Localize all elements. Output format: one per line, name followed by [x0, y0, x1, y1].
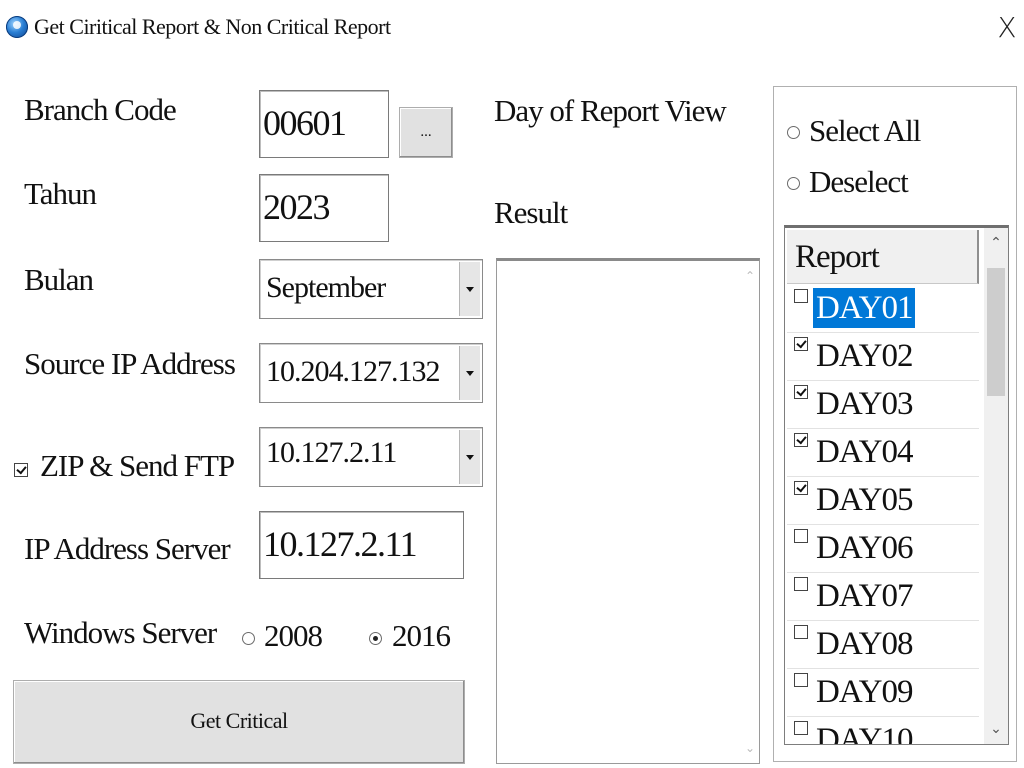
- ip-address-server-label: IP Address Server: [24, 531, 231, 566]
- report-day-label[interactable]: DAY01: [813, 288, 916, 328]
- report-checkbox[interactable]: [794, 481, 808, 495]
- report-grid[interactable]: Report DAY01 DAY02 DAY03 DAY04 DAY05 DAY06 DAY…: [784, 225, 1009, 745]
- windows-2016-label[interactable]: 2016: [392, 618, 451, 654]
- report-checkbox[interactable]: [794, 529, 808, 543]
- select-all-label[interactable]: Select All: [809, 113, 921, 149]
- title-bar: Get Ciritical Report & Non Critical Repo…: [0, 0, 1024, 56]
- ftp-server-dropdown[interactable]: 10.127.2.11: [259, 427, 483, 487]
- bulan-dropdown[interactable]: September: [259, 259, 483, 319]
- zip-send-ftp-label: ZIP & Send FTP: [40, 448, 235, 483]
- report-checkbox[interactable]: [794, 721, 808, 735]
- source-ip-value: 10.204.127.132: [266, 355, 440, 388]
- result-label: Result: [494, 195, 568, 230]
- result-scrollbar[interactable]: ⌃ ⌄: [741, 261, 759, 763]
- grid-row[interactable]: DAY09: [787, 669, 979, 717]
- branch-browse-button[interactable]: ...: [399, 107, 453, 158]
- source-ip-dropdown[interactable]: 10.204.127.132: [259, 343, 483, 403]
- branch-code-label: Branch Code: [24, 92, 177, 127]
- scroll-down-icon[interactable]: ⌄: [984, 718, 1008, 740]
- grid-header-report[interactable]: Report: [787, 230, 979, 284]
- scroll-up-icon[interactable]: ⌃: [984, 232, 1008, 254]
- windows-2008-radio[interactable]: [242, 632, 255, 645]
- bulan-label: Bulan: [24, 262, 94, 297]
- report-checkbox[interactable]: [794, 385, 808, 399]
- ip-address-server-field[interactable]: 10.127.2.11: [259, 511, 464, 579]
- report-day-label[interactable]: DAY07: [813, 576, 915, 616]
- report-checkbox[interactable]: [794, 433, 808, 447]
- report-day-label[interactable]: DAY03: [813, 384, 915, 424]
- grid-row[interactable]: DAY05: [787, 477, 979, 525]
- deselect-radio[interactable]: [787, 177, 800, 190]
- chevron-down-icon[interactable]: [459, 346, 480, 400]
- tahun-label: Tahun: [24, 176, 97, 211]
- chevron-down-icon[interactable]: [459, 430, 480, 484]
- report-day-label[interactable]: DAY08: [813, 624, 915, 664]
- tahun-field[interactable]: 2023: [259, 174, 389, 242]
- chevron-down-icon[interactable]: [459, 262, 480, 316]
- report-checkbox[interactable]: [794, 625, 808, 639]
- report-checkbox[interactable]: [794, 673, 808, 687]
- bulan-value: September: [266, 271, 386, 304]
- report-day-label[interactable]: DAY09: [813, 672, 915, 712]
- grid-row[interactable]: DAY02: [787, 333, 979, 381]
- source-ip-label: Source IP Address: [24, 346, 236, 381]
- grid-row[interactable]: DAY06: [787, 525, 979, 573]
- ftp-server-value: 10.127.2.11: [266, 436, 397, 469]
- get-critical-button[interactable]: Get Critical: [13, 680, 465, 764]
- branch-code-field[interactable]: 00601: [259, 90, 389, 158]
- grid-row[interactable]: DAY07: [787, 573, 979, 621]
- result-textarea[interactable]: ⌃ ⌄: [496, 258, 760, 764]
- windows-server-label: Windows Server: [24, 615, 217, 650]
- day-of-report-view-heading: Day of Report View: [494, 93, 727, 128]
- select-all-radio[interactable]: [787, 126, 800, 139]
- grid-row[interactable]: DAY08: [787, 621, 979, 669]
- deselect-label[interactable]: Deselect: [809, 164, 909, 200]
- scroll-down-icon[interactable]: ⌄: [741, 737, 759, 759]
- report-day-label[interactable]: DAY04: [813, 432, 915, 472]
- grid-row[interactable]: DAY01: [787, 285, 979, 333]
- scroll-up-icon[interactable]: ⌃: [741, 265, 759, 287]
- report-checkbox[interactable]: [794, 289, 808, 303]
- close-button[interactable]: X: [990, 8, 1024, 48]
- report-day-label[interactable]: DAY06: [813, 528, 915, 568]
- grid-row[interactable]: DAY04: [787, 429, 979, 477]
- grid-scrollbar[interactable]: ⌃ ⌄: [984, 228, 1008, 744]
- report-day-label[interactable]: DAY05: [813, 480, 915, 520]
- scroll-thumb[interactable]: [987, 268, 1005, 396]
- window-title: Get Ciritical Report & Non Critical Repo…: [34, 14, 391, 39]
- windows-2008-label[interactable]: 2008: [264, 618, 323, 654]
- app-globe-icon: [6, 16, 28, 38]
- zip-send-ftp-checkbox[interactable]: [14, 463, 28, 477]
- report-day-label[interactable]: DAY02: [813, 336, 915, 376]
- report-day-label[interactable]: DAY10: [813, 720, 915, 744]
- report-checkbox[interactable]: [794, 577, 808, 591]
- grid-row[interactable]: DAY03: [787, 381, 979, 429]
- windows-2016-radio[interactable]: [369, 632, 382, 645]
- grid-row[interactable]: DAY10: [787, 717, 979, 744]
- report-checkbox[interactable]: [794, 337, 808, 351]
